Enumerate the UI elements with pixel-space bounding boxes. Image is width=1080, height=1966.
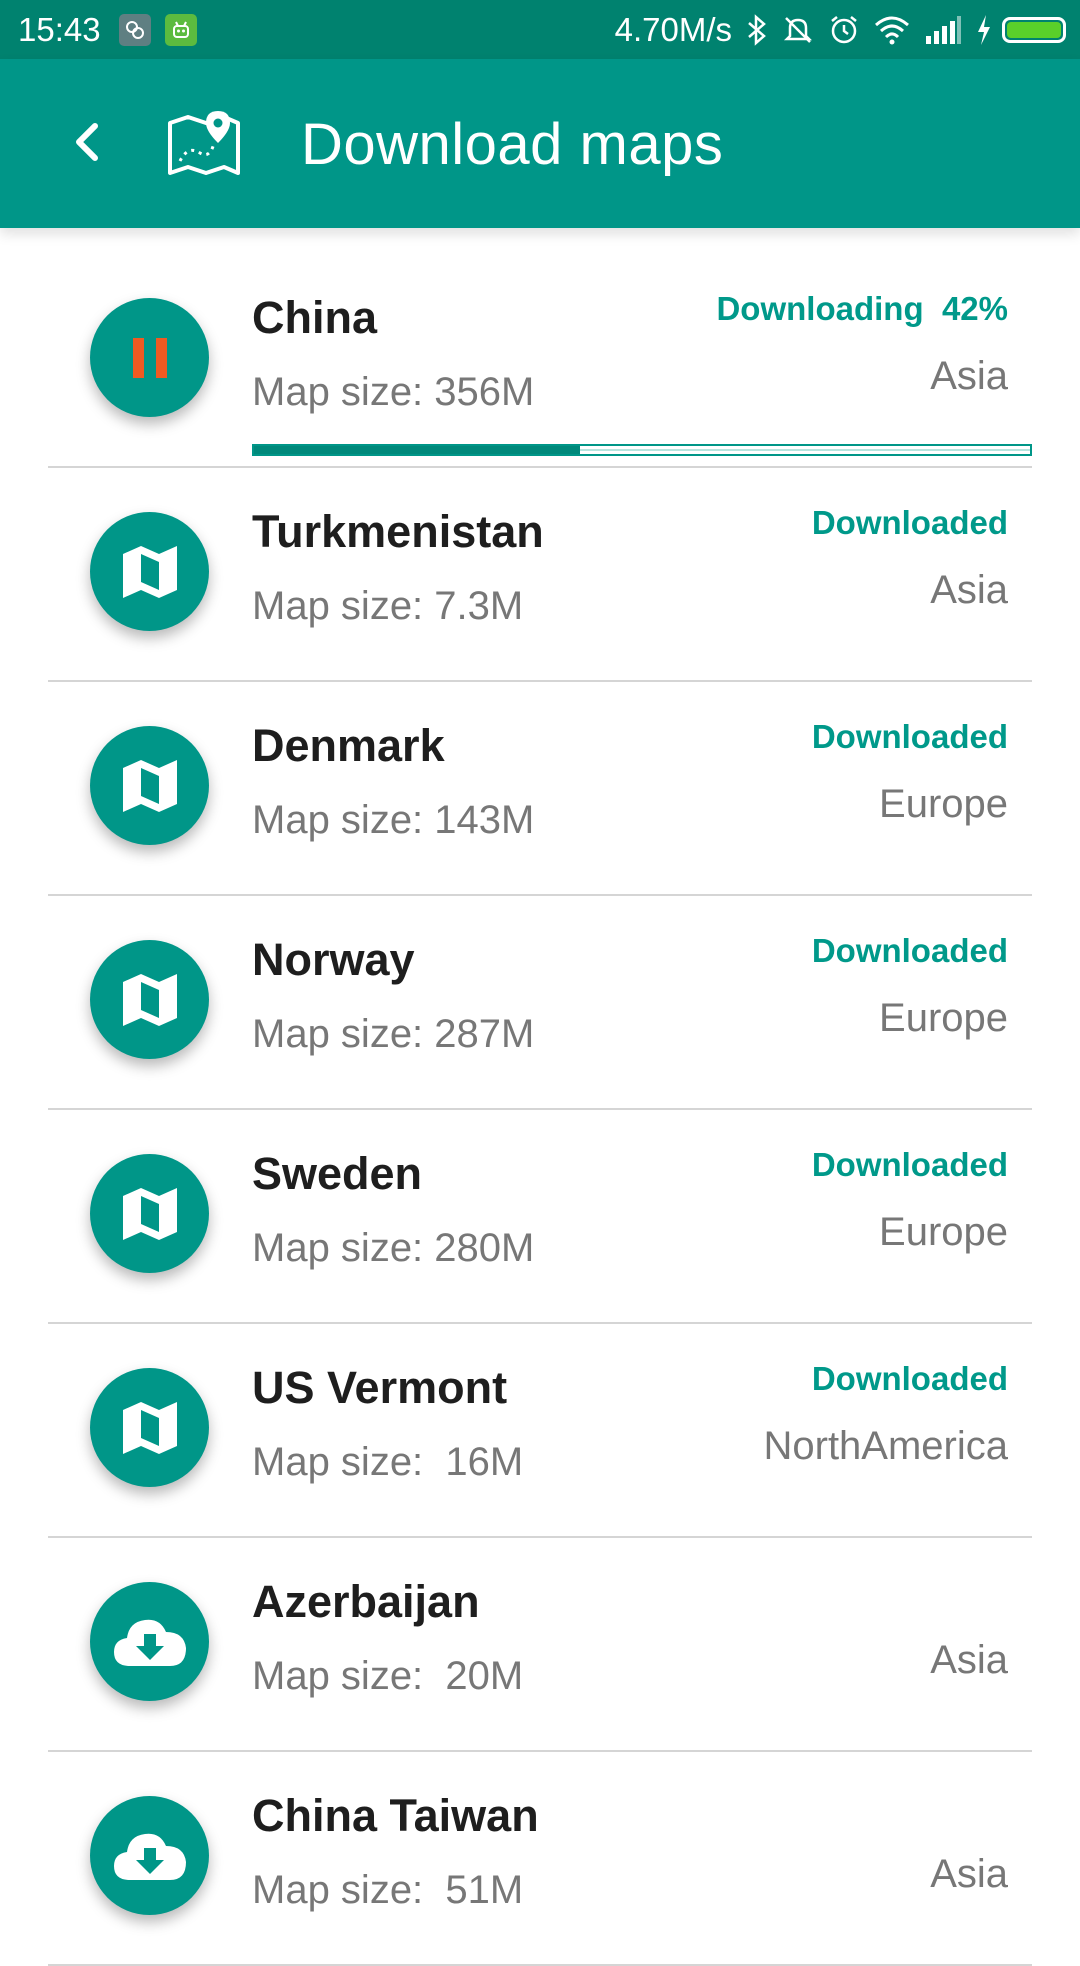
map-name: US Vermont [252,1362,508,1413]
list-item[interactable]: Denmark Map size: 143M Downloaded Europe [0,682,1080,896]
download-button[interactable] [90,1582,209,1701]
map-name: Denmark [252,720,445,771]
app-bar: Download maps [0,59,1080,228]
list-item[interactable]: US Vermont Map size: 16M Downloaded NorthAm… [0,1324,1080,1538]
map-name: Turkmenistan [252,506,544,557]
map-size: Map size: 356M [252,370,535,414]
map-name: Norway [252,934,415,985]
notification-app-icon [118,13,151,46]
map-list: China Map size: 356M Downloading 42% Asia Tu… [0,254,1080,1966]
list-item[interactable]: Sweden Map size: 280M Downloaded Europe [0,1110,1080,1324]
download-status: Downloaded [811,1360,1008,1397]
silent-icon [783,16,813,43]
map-name: Sweden [252,1148,423,1199]
bluetooth-icon [748,13,766,46]
pause-icon [130,336,170,380]
cloud-download-icon [112,1616,188,1668]
status-bar: 15:43 4.70M/s [0,0,1080,59]
map-region: Europe [879,1210,1008,1254]
download-status: Downloading 42% [716,290,1008,327]
map-size: Map size: 20M [252,1654,524,1698]
wifi-icon [875,16,909,44]
download-status: Downloaded [811,504,1008,541]
map-name: China [252,292,378,343]
list-item[interactable]: Azerbaijan Map size: 20M Asia [0,1538,1080,1752]
map-name: Azerbaijan [252,1576,480,1627]
list-item[interactable]: Norway Map size: 287M Downloaded Europe [0,896,1080,1110]
pause-button[interactable] [90,298,209,417]
map-size: Map size: 287M [252,1012,535,1056]
back-button[interactable] [58,107,114,177]
open-map-button[interactable] [90,1368,209,1487]
list-item[interactable]: China Map size: 356M Downloading 42% Asia [0,254,1080,468]
download-status: Downloaded [811,718,1008,755]
map-size: Map size: 280M [252,1226,535,1270]
map-icon [121,544,179,600]
map-region: Asia [930,354,1008,398]
progress-fill [254,446,580,454]
charging-icon [978,14,990,45]
map-region: Asia [930,1638,1008,1682]
battery-icon [1002,16,1066,43]
signal-icon [926,15,961,44]
map-name: China Taiwan [252,1790,539,1841]
open-map-button[interactable] [90,512,209,631]
map-icon [121,1186,179,1242]
network-speed: 4.70M/s [614,10,732,48]
map-region: Asia [930,568,1008,612]
back-icon [76,123,98,161]
map-icon [121,758,179,814]
download-status: Downloaded [811,1146,1008,1183]
alarm-icon [831,15,857,43]
android-icon [164,13,197,46]
map-icon [121,1400,179,1456]
cloud-download-icon [112,1830,188,1882]
map-region: Europe [879,782,1008,826]
download-progress-bar [252,444,1032,456]
open-map-button[interactable] [90,726,209,845]
open-map-button[interactable] [90,1154,209,1273]
download-button[interactable] [90,1796,209,1915]
map-icon [121,972,179,1028]
page-title: Download maps [301,112,724,177]
map-region: Europe [879,996,1008,1040]
status-time: 15:43 [18,10,101,48]
map-pin-logo-icon [168,111,240,175]
map-size: Map size: 16M [252,1440,524,1484]
download-status: Downloaded [811,932,1008,969]
list-item[interactable]: Turkmenistan Map size: 7.3M Downloaded Asia [0,468,1080,682]
map-size: Map size: 7.3M [252,584,524,628]
map-size: Map size: 143M [252,798,535,842]
map-region: Asia [930,1852,1008,1896]
map-size: Map size: 51M [252,1868,524,1912]
open-map-button[interactable] [90,940,209,1059]
map-region: NorthAmerica [763,1424,1008,1468]
list-item[interactable]: China Taiwan Map size: 51M Asia [0,1752,1080,1966]
